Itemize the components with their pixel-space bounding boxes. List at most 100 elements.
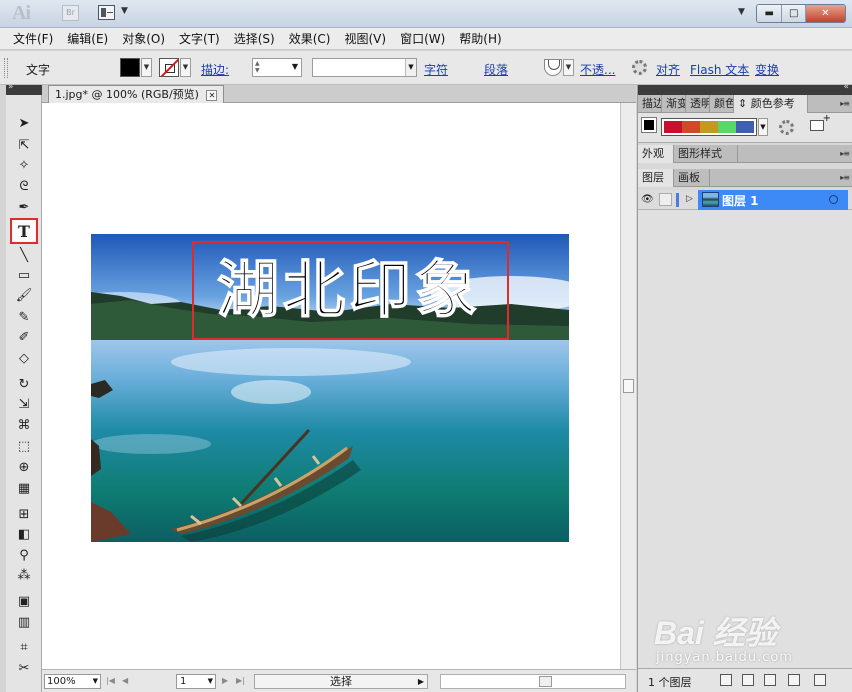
- first-artboard-icon[interactable]: |◀: [106, 676, 115, 685]
- close-button[interactable]: ✕: [805, 5, 845, 22]
- rotate-tool-icon[interactable]: ↻: [13, 374, 35, 394]
- scale-tool-icon[interactable]: ⇲: [13, 394, 35, 414]
- horizontal-scrollbar[interactable]: [440, 674, 626, 689]
- shape-builder-tool-icon[interactable]: ⊕: [13, 457, 35, 477]
- direct-selection-tool-icon[interactable]: ⇱: [13, 135, 35, 155]
- menu-window[interactable]: 窗口(W): [393, 30, 452, 47]
- menu-view[interactable]: 视图(V): [337, 30, 393, 47]
- opacity-dropdown-icon[interactable]: ▼: [563, 59, 574, 76]
- locate-object-icon[interactable]: [720, 674, 732, 686]
- lock-toggle[interactable]: [659, 193, 672, 206]
- selection-tool-icon[interactable]: ➤: [13, 113, 35, 133]
- menu-edit[interactable]: 编辑(E): [60, 30, 115, 47]
- stroke-link[interactable]: 描边:: [201, 61, 229, 78]
- stroke-color-swatch[interactable]: [159, 58, 179, 77]
- flash-text-link[interactable]: Flash 文本: [690, 61, 749, 78]
- new-sublayer-icon[interactable]: [764, 674, 776, 686]
- tab-artboards[interactable]: 画板: [674, 169, 710, 187]
- gradient-tool-icon[interactable]: ◧: [13, 524, 35, 544]
- tab-color-guide[interactable]: ⇕ 颜色参考: [734, 95, 808, 113]
- prev-artboard-icon[interactable]: ◀: [122, 676, 128, 685]
- save-color-group-icon[interactable]: [810, 113, 831, 131]
- harmony-color-5[interactable]: [736, 121, 754, 133]
- make-clipping-mask-icon[interactable]: [742, 674, 754, 686]
- paintbrush-tool-icon[interactable]: 🖌: [13, 285, 35, 305]
- next-artboard-icon[interactable]: ▶: [222, 676, 228, 685]
- symbol-sprayer-tool-icon[interactable]: ▣: [13, 591, 35, 611]
- zoom-select[interactable]: 100% ▼: [44, 674, 101, 689]
- chevron-down-icon[interactable]: ▼: [292, 62, 298, 71]
- harmony-rules-strip[interactable]: [661, 118, 757, 136]
- free-transform-tool-icon[interactable]: ⬚: [13, 436, 35, 456]
- target-circle-icon[interactable]: [829, 195, 838, 204]
- opacity-mask-icon[interactable]: [544, 59, 562, 76]
- chevron-down-icon[interactable]: ▼: [121, 6, 128, 16]
- paragraph-link[interactable]: 段落: [484, 61, 508, 78]
- expand-triangle-icon[interactable]: ▷: [686, 194, 693, 204]
- artboard-number-select[interactable]: 1 ▼: [176, 674, 216, 689]
- warp-tool-icon[interactable]: ⌘: [13, 415, 35, 435]
- lasso-tool-icon[interactable]: ᘓ: [13, 176, 35, 196]
- panel-menu-icon[interactable]: ▸≡: [840, 149, 850, 158]
- menu-type[interactable]: 文字(T): [172, 30, 227, 47]
- panel-menu-icon[interactable]: ▸≡: [840, 173, 850, 182]
- pencil-tool-icon[interactable]: ✎: [13, 307, 35, 327]
- panel-grip[interactable]: [4, 58, 8, 78]
- menu-effect[interactable]: 效果(C): [282, 30, 338, 47]
- last-artboard-icon[interactable]: ▶|: [236, 676, 245, 685]
- status-mode-select[interactable]: 选择 ▶: [254, 674, 428, 689]
- tools-panel-header[interactable]: [6, 82, 42, 95]
- fill-dropdown-icon[interactable]: ▼: [141, 58, 152, 77]
- menu-help[interactable]: 帮助(H): [452, 30, 508, 47]
- harmony-color-2[interactable]: [682, 121, 700, 133]
- menu-file[interactable]: 文件(F): [6, 30, 60, 47]
- lake-boat-image[interactable]: 湖北印象: [91, 234, 569, 542]
- chevron-down-icon[interactable]: ▼: [93, 675, 98, 688]
- artboard-canvas[interactable]: 湖北印象: [42, 103, 620, 669]
- perspective-grid-tool-icon[interactable]: ▦: [13, 478, 35, 498]
- dock-header[interactable]: [638, 82, 852, 95]
- vertical-scrollbar[interactable]: [620, 103, 636, 669]
- align-link[interactable]: 对齐: [656, 61, 680, 78]
- maximize-button[interactable]: □: [782, 5, 806, 22]
- minimize-button[interactable]: ▬: [757, 5, 783, 22]
- pen-tool-icon[interactable]: ✒: [13, 197, 35, 217]
- tab-transparency[interactable]: 透明: [686, 95, 710, 113]
- bridge-button[interactable]: Br: [62, 5, 79, 21]
- rectangle-tool-icon[interactable]: ▭: [13, 265, 35, 285]
- panel-menu-icon[interactable]: ▸≡: [840, 99, 850, 108]
- workspace-chevron-down-icon[interactable]: ▼: [738, 7, 745, 17]
- tab-graphic-styles[interactable]: 图形样式: [674, 145, 738, 163]
- arrow-right-icon[interactable]: ▶: [418, 675, 424, 688]
- harmony-color-3[interactable]: [700, 121, 718, 133]
- slice-tool-icon[interactable]: ✂: [13, 658, 35, 678]
- recolor-gear-icon[interactable]: [632, 60, 647, 75]
- line-tool-icon[interactable]: ╲: [13, 245, 35, 265]
- harmony-dropdown-icon[interactable]: ▼: [758, 118, 768, 136]
- document-tab[interactable]: 1.jpg* @ 100% (RGB/预览) ✕: [48, 85, 225, 103]
- transform-link[interactable]: 变换: [755, 61, 779, 78]
- horizontal-scroll-thumb[interactable]: [539, 676, 552, 687]
- magic-wand-tool-icon[interactable]: ✧: [13, 155, 35, 175]
- mesh-tool-icon[interactable]: ⊞: [13, 504, 35, 524]
- tab-layers[interactable]: 图层: [638, 169, 674, 187]
- layer-row[interactable]: 👁 ▷ 图层 1: [638, 190, 852, 210]
- fill-color-swatch[interactable]: [120, 58, 140, 77]
- tab-gradient[interactable]: 渐变: [662, 95, 686, 113]
- stepper-icon[interactable]: ▲ ▼: [255, 60, 264, 75]
- eraser-tool-icon[interactable]: ◇: [13, 348, 35, 368]
- harmony-color-1[interactable]: [664, 121, 682, 133]
- close-tab-icon[interactable]: ✕: [206, 89, 218, 101]
- character-link[interactable]: 字符: [424, 61, 448, 78]
- artboard-tool-icon[interactable]: ⌗: [13, 637, 35, 657]
- brush-style-select[interactable]: ▼: [312, 58, 417, 77]
- delete-layer-icon[interactable]: [814, 674, 826, 686]
- tab-color[interactable]: 颜色: [710, 95, 734, 113]
- type-tool-icon[interactable]: T: [10, 218, 38, 244]
- menu-object[interactable]: 对象(O): [115, 30, 172, 47]
- tab-appearance[interactable]: 外观: [638, 145, 674, 163]
- layer-selection[interactable]: 图层 1: [698, 190, 848, 210]
- new-layer-icon[interactable]: [788, 674, 800, 686]
- opacity-link[interactable]: 不透...: [580, 61, 615, 78]
- blend-tool-icon[interactable]: ⁂: [13, 565, 35, 585]
